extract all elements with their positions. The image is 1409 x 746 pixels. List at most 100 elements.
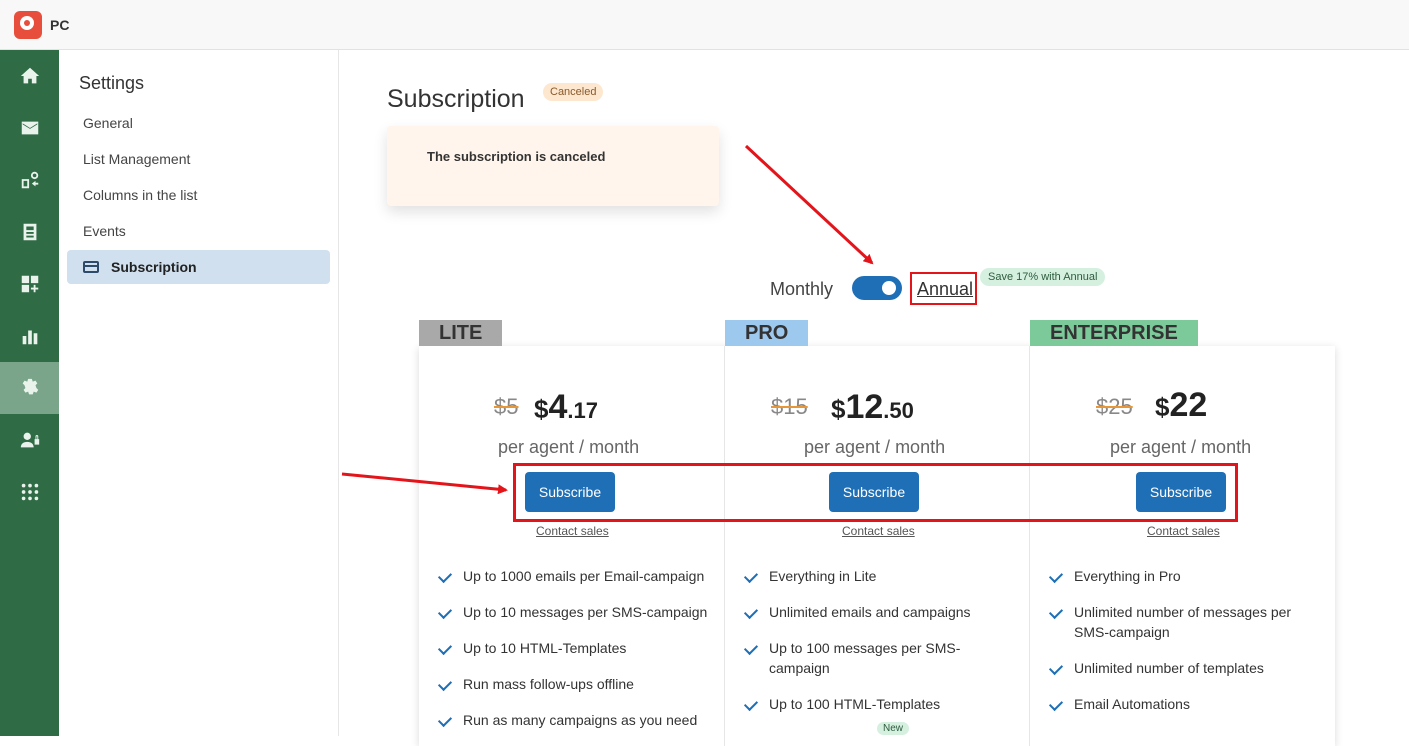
rail-campaigns[interactable] <box>0 154 59 206</box>
feature-text: Run as many campaigns as you need <box>463 712 698 728</box>
rail-analytics[interactable] <box>0 310 59 362</box>
check-icon <box>439 606 453 616</box>
price-currency: $ <box>831 394 846 424</box>
old-price: $25 <box>1096 394 1133 419</box>
check-icon <box>439 642 453 652</box>
feature-text: Up to 10 messages per SMS-campaign <box>463 604 708 620</box>
grid-icon <box>21 483 38 501</box>
nav-label: Events <box>83 223 126 239</box>
settings-item-columns[interactable]: Columns in the list <box>67 178 330 212</box>
settings-item-subscription[interactable]: Subscription <box>67 250 330 284</box>
feature-item: Up to 1000 emails per Email-campaign <box>439 566 719 586</box>
plan-lite: LITE $5 $4.17 per agent / month Subscrib… <box>419 320 724 746</box>
rail-mail[interactable] <box>0 102 59 154</box>
page-title: Subscription <box>387 85 525 113</box>
per-agent-label: per agent / month <box>1110 437 1252 457</box>
credit-card-icon <box>83 261 99 273</box>
price-integer: 12 <box>845 388 884 426</box>
rail-more[interactable] <box>0 466 59 518</box>
settings-item-list-management[interactable]: List Management <box>67 142 330 176</box>
feature-text: Up to 1000 emails per Email-campaign <box>463 568 705 584</box>
rail-users[interactable] <box>0 414 59 466</box>
per-agent-label: per agent / month <box>804 437 946 457</box>
price-currency: $ <box>534 394 549 424</box>
save-badge: Save 17% with Annual <box>980 268 1106 286</box>
price: $12.50 <box>831 388 914 427</box>
per-agent-label: per agent / month <box>498 437 640 457</box>
check-icon <box>439 570 453 580</box>
check-icon <box>745 606 759 616</box>
annotation-box-subscribe <box>513 463 1238 522</box>
feature-text: Up to 100 HTML-Templates <box>769 696 941 712</box>
price-cents: .50 <box>883 398 914 423</box>
new-badge: New <box>877 722 910 735</box>
nav-label: Columns in the list <box>83 187 198 203</box>
feature-text: Email Automations <box>1074 696 1190 712</box>
price-integer: 22 <box>1169 386 1208 424</box>
settings-sidebar: Settings General List Management Columns… <box>59 50 339 736</box>
plan-enterprise: ENTERPRISE $25 $22 per agent / month Sub… <box>1029 320 1334 746</box>
app-logo-icon[interactable] <box>14 11 42 39</box>
plan-pro: PRO $15 $12.50 per agent / month Subscri… <box>724 320 1029 746</box>
feature-item: Unlimited number of templates <box>1050 658 1310 678</box>
rail-home[interactable] <box>0 50 59 102</box>
feature-text: Unlimited emails and campaigns <box>769 604 971 620</box>
icon-rail <box>0 50 59 736</box>
price-integer: 4 <box>548 388 568 426</box>
check-icon <box>439 678 453 688</box>
price-cents: .17 <box>567 398 598 423</box>
home-icon <box>20 67 39 84</box>
billing-toggle[interactable] <box>852 276 902 300</box>
contact-sales-link[interactable]: Contact sales <box>842 524 915 538</box>
campaigns-icon <box>21 171 38 189</box>
check-icon <box>1050 698 1064 708</box>
plans-card: LITE $5 $4.17 per agent / month Subscrib… <box>419 320 1335 746</box>
nav-label: List Management <box>83 151 191 167</box>
feature-item: Unlimited emails and campaigns <box>745 602 1005 622</box>
price: $4.17 <box>534 388 598 427</box>
feature-item: Everything in Pro <box>1050 566 1310 586</box>
check-icon <box>745 698 759 708</box>
feature-item: Everything in Lite <box>745 566 1005 586</box>
rail-apps[interactable] <box>0 258 59 310</box>
price-currency: $ <box>1155 392 1170 422</box>
plan-name: ENTERPRISE <box>1030 320 1198 346</box>
check-icon <box>745 570 759 580</box>
price: $22 <box>1155 386 1207 425</box>
feature-item: Run as many campaigns as you need <box>439 710 719 730</box>
feature-item: Up to 10 messages per SMS-campaign <box>439 602 719 622</box>
feature-item: Up to 100 HTML-Templates <box>745 694 1005 714</box>
settings-item-events[interactable]: Events <box>67 214 330 248</box>
main-content: Subscription Canceled The subscription i… <box>340 50 1409 746</box>
old-price: $15 <box>771 394 808 419</box>
feature-text: Unlimited number of messages per SMS-cam… <box>1074 604 1292 640</box>
settings-item-general[interactable]: General <box>67 106 330 140</box>
templates-icon <box>23 223 36 241</box>
analytics-icon <box>22 330 37 345</box>
old-price: $5 <box>494 394 519 419</box>
feature-item: Email Automations <box>1050 694 1310 714</box>
check-icon <box>1050 662 1064 672</box>
contact-sales-link[interactable]: Contact sales <box>1147 524 1220 538</box>
mail-icon <box>21 121 38 135</box>
contact-sales-link[interactable]: Contact sales <box>536 524 609 538</box>
rail-settings[interactable] <box>0 362 59 414</box>
alert-text: The subscription is canceled <box>427 149 606 164</box>
feature-item: Up to 100 messages per SMS-campaign <box>745 638 985 678</box>
check-icon <box>1050 606 1064 616</box>
plan-name: PRO <box>725 320 809 346</box>
top-bar: PC <box>0 0 1409 50</box>
monthly-label[interactable]: Monthly <box>770 279 833 300</box>
feature-text: Unlimited number of templates <box>1074 660 1264 676</box>
apps-add-icon <box>21 275 38 293</box>
feature-item: Up to 10 HTML-Templates <box>439 638 719 658</box>
nav-label: General <box>83 115 133 131</box>
toggle-knob <box>882 281 896 295</box>
cancel-alert: The subscription is canceled <box>387 126 719 206</box>
feature-text: Run mass follow-ups offline <box>463 676 634 692</box>
users-icon <box>20 432 39 448</box>
status-badge: Canceled <box>543 83 604 101</box>
settings-title: Settings <box>79 73 145 93</box>
app-title: PC <box>50 17 70 33</box>
rail-templates[interactable] <box>0 206 59 258</box>
